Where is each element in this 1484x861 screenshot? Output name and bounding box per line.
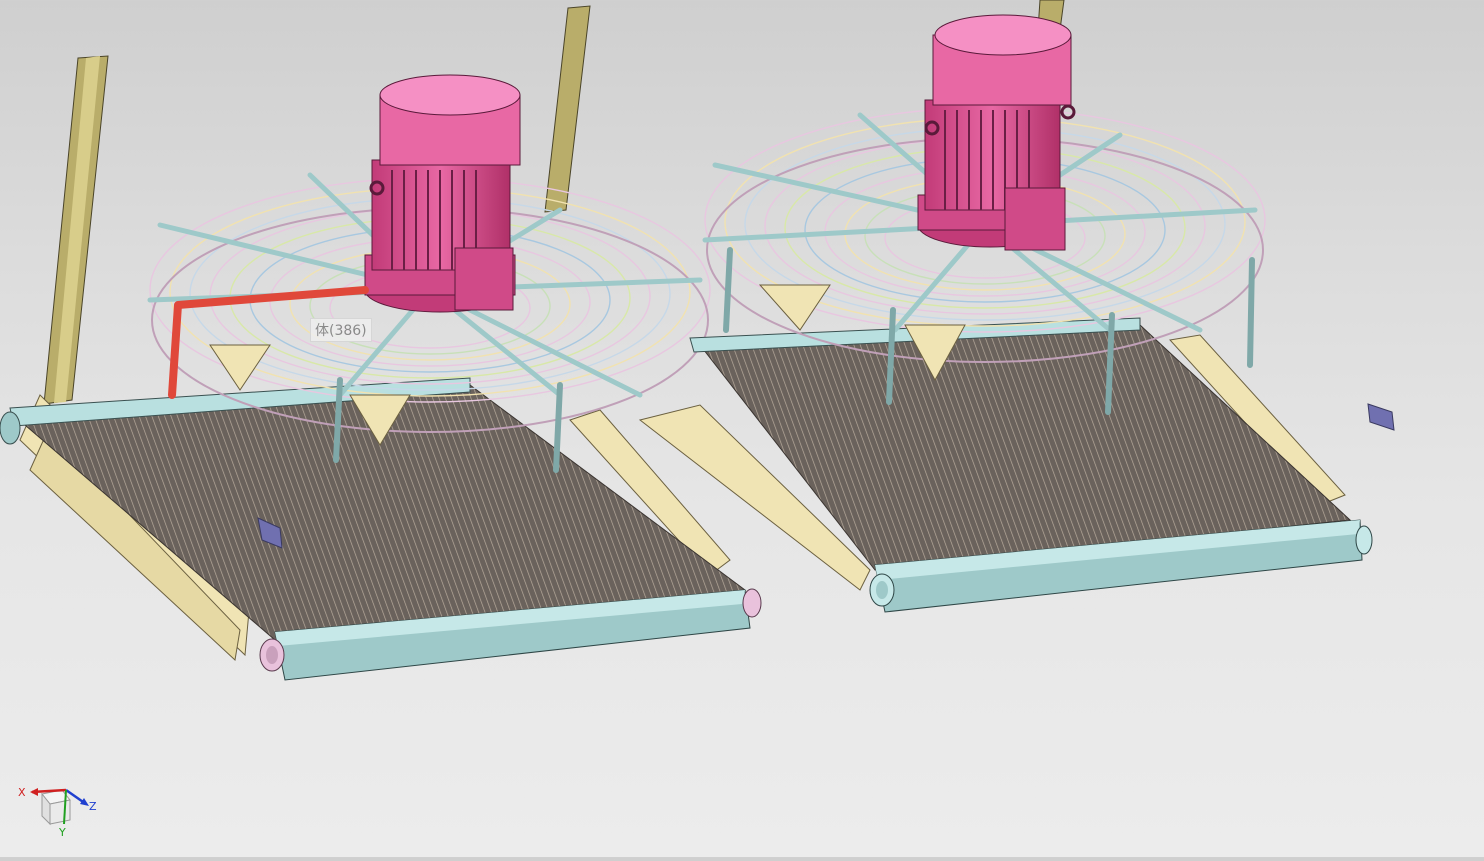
orientation-triad[interactable]: X Z Y [14, 780, 104, 842]
motor-right[interactable] [917, 14, 1076, 251]
axis-y-label: Y [59, 826, 66, 839]
cad-viewport[interactable]: 体(386) X Z Y [0, 0, 1484, 857]
highlight-selection [168, 286, 369, 399]
entity-tooltip: 体(386) [310, 318, 372, 342]
axis-z-label: Z [89, 800, 97, 813]
fan-unit-left[interactable] [0, 74, 762, 681]
motor-left[interactable] [364, 74, 521, 313]
axis-x-label: X [18, 786, 26, 799]
3d-model-view[interactable] [0, 0, 1484, 857]
fan-unit-right[interactable] [638, 14, 1395, 613]
